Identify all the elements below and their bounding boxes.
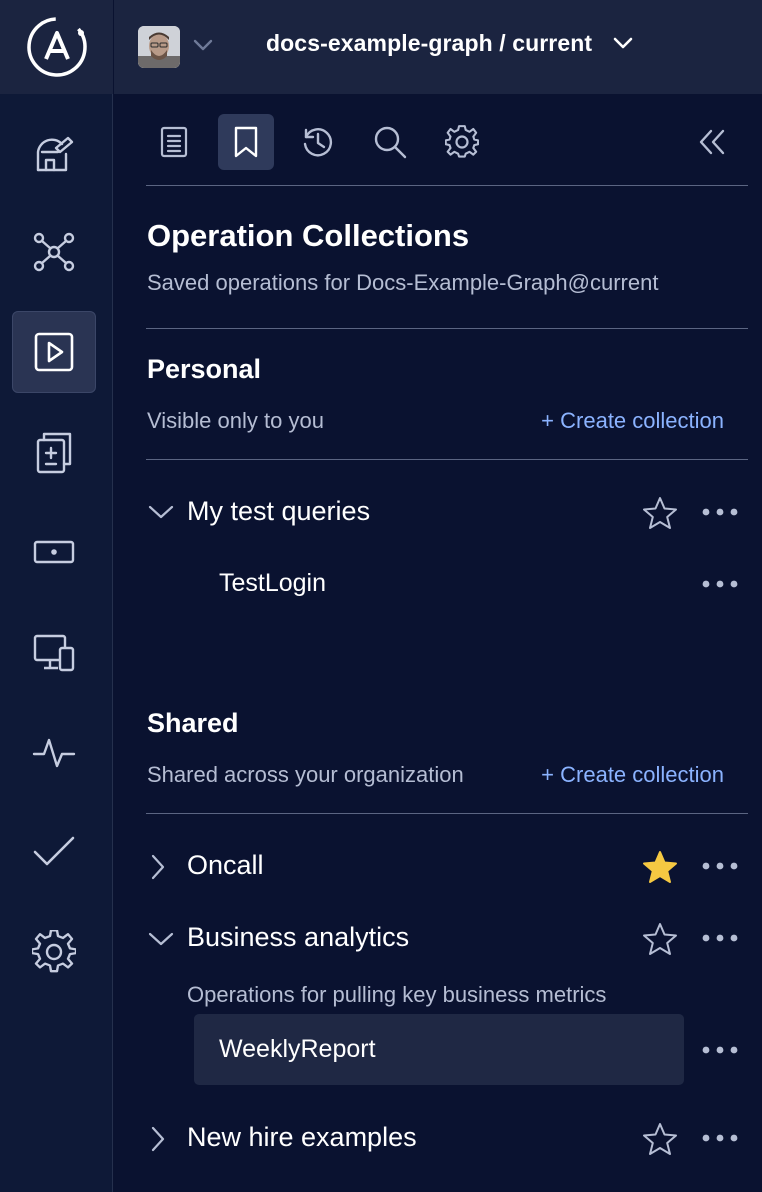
create-collection-personal-button[interactable]: + Create collection	[541, 408, 724, 434]
nav-settings[interactable]	[12, 911, 96, 993]
page-title: Operation Collections	[147, 218, 470, 253]
nav-schema[interactable]	[12, 211, 96, 293]
nav-operations[interactable]	[12, 511, 96, 593]
documentation-icon	[160, 126, 188, 158]
section-subtitle-shared: Shared across your organization	[147, 762, 464, 787]
tab-settings[interactable]	[434, 114, 490, 170]
more-options-icon[interactable]	[702, 862, 738, 870]
apollo-logo[interactable]	[0, 0, 113, 94]
tab-documentation[interactable]	[146, 114, 202, 170]
operation-name[interactable]: WeeklyReport	[219, 1035, 376, 1064]
more-options-icon[interactable]	[702, 1046, 738, 1054]
search-icon	[374, 126, 407, 159]
collection-name[interactable]: My test queries	[187, 496, 370, 527]
history-icon	[303, 128, 333, 157]
nav-observatory[interactable]	[12, 111, 96, 193]
divider	[146, 328, 748, 329]
operation-name[interactable]: TestLogin	[219, 569, 326, 598]
tab-collections[interactable]	[218, 114, 274, 170]
tab-history[interactable]	[290, 114, 346, 170]
nav-checks[interactable]	[12, 811, 96, 893]
collection-name[interactable]: Business analytics	[187, 922, 409, 953]
divider	[146, 813, 748, 814]
nav-explorer[interactable]	[12, 311, 96, 393]
chevron-down-icon[interactable]	[612, 36, 634, 50]
create-collection-shared-button[interactable]: + Create collection	[541, 762, 724, 788]
more-options-icon[interactable]	[702, 580, 738, 588]
section-title-personal: Personal	[147, 354, 262, 384]
nav-changelog[interactable]	[12, 411, 96, 493]
chevron-right-icon[interactable]	[150, 854, 166, 880]
chevron-down-icon[interactable]	[192, 38, 214, 52]
section-title-shared: Shared	[147, 708, 239, 738]
explorer-play-icon	[34, 332, 74, 372]
more-options-icon[interactable]	[702, 508, 738, 516]
star-outline-icon[interactable]	[642, 922, 678, 956]
observatory-icon	[36, 136, 74, 172]
star-outline-icon[interactable]	[642, 496, 678, 530]
changelog-icon	[36, 432, 72, 474]
insights-pulse-icon	[32, 738, 76, 768]
graph-variant-title[interactable]: docs-example-graph / current	[266, 30, 592, 57]
chevron-down-icon[interactable]	[148, 931, 174, 947]
settings-icon	[32, 930, 76, 973]
graph-header: docs-example-graph / current	[114, 0, 762, 94]
star-outline-icon[interactable]	[642, 1122, 678, 1156]
chevron-right-icon[interactable]	[150, 1126, 166, 1152]
collapse-sidebar-button[interactable]	[684, 114, 740, 170]
collection-name[interactable]: Oncall	[187, 850, 264, 881]
nav-clients[interactable]	[12, 611, 96, 693]
collections-panel: Operation Collections Saved operations f…	[114, 94, 762, 1192]
schema-graph-icon	[33, 232, 75, 272]
main-nav-rail	[0, 0, 113, 1192]
divider	[146, 459, 748, 460]
tab-search[interactable]	[362, 114, 418, 170]
star-filled-icon[interactable]	[642, 850, 678, 884]
section-subtitle-personal: Visible only to you	[147, 408, 324, 433]
sidebar-toolbar	[146, 114, 748, 186]
checks-icon	[33, 836, 75, 866]
nav-insights[interactable]	[12, 711, 96, 793]
collapse-double-chevron-icon	[699, 129, 725, 155]
page-subtitle: Saved operations for Docs-Example-Graph@…	[147, 270, 659, 295]
clients-icon	[33, 634, 75, 672]
more-options-icon[interactable]	[702, 934, 738, 942]
chevron-down-icon[interactable]	[148, 504, 174, 520]
operations-icon	[33, 540, 75, 564]
bookmark-icon	[234, 126, 258, 158]
gear-icon	[445, 125, 479, 158]
avatar[interactable]	[138, 26, 180, 68]
collection-description: Operations for pulling key business metr…	[187, 982, 607, 1007]
more-options-icon[interactable]	[702, 1134, 738, 1142]
collection-name[interactable]: New hire examples	[187, 1122, 417, 1153]
